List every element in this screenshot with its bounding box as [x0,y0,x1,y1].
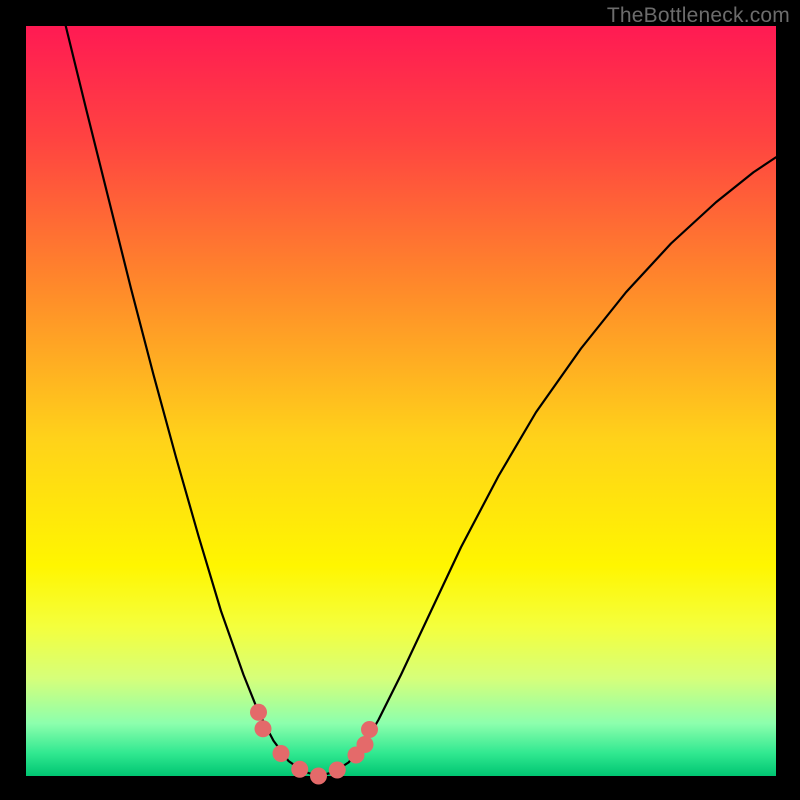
curve-layer [26,26,776,776]
outer-frame: TheBottleneck.com [0,0,800,800]
marker-dot-4 [310,768,327,785]
curve-right-branch [319,157,777,776]
watermark-label: TheBottleneck.com [607,4,790,28]
marker-dot-3 [291,761,308,778]
marker-dot-0 [250,704,267,721]
marker-dot-8 [361,721,378,738]
marker-group [250,704,378,785]
series-group [66,26,776,776]
marker-dot-7 [357,736,374,753]
curve-left-branch [66,26,319,776]
marker-dot-2 [273,745,290,762]
marker-dot-1 [255,720,272,737]
marker-dot-5 [329,762,346,779]
